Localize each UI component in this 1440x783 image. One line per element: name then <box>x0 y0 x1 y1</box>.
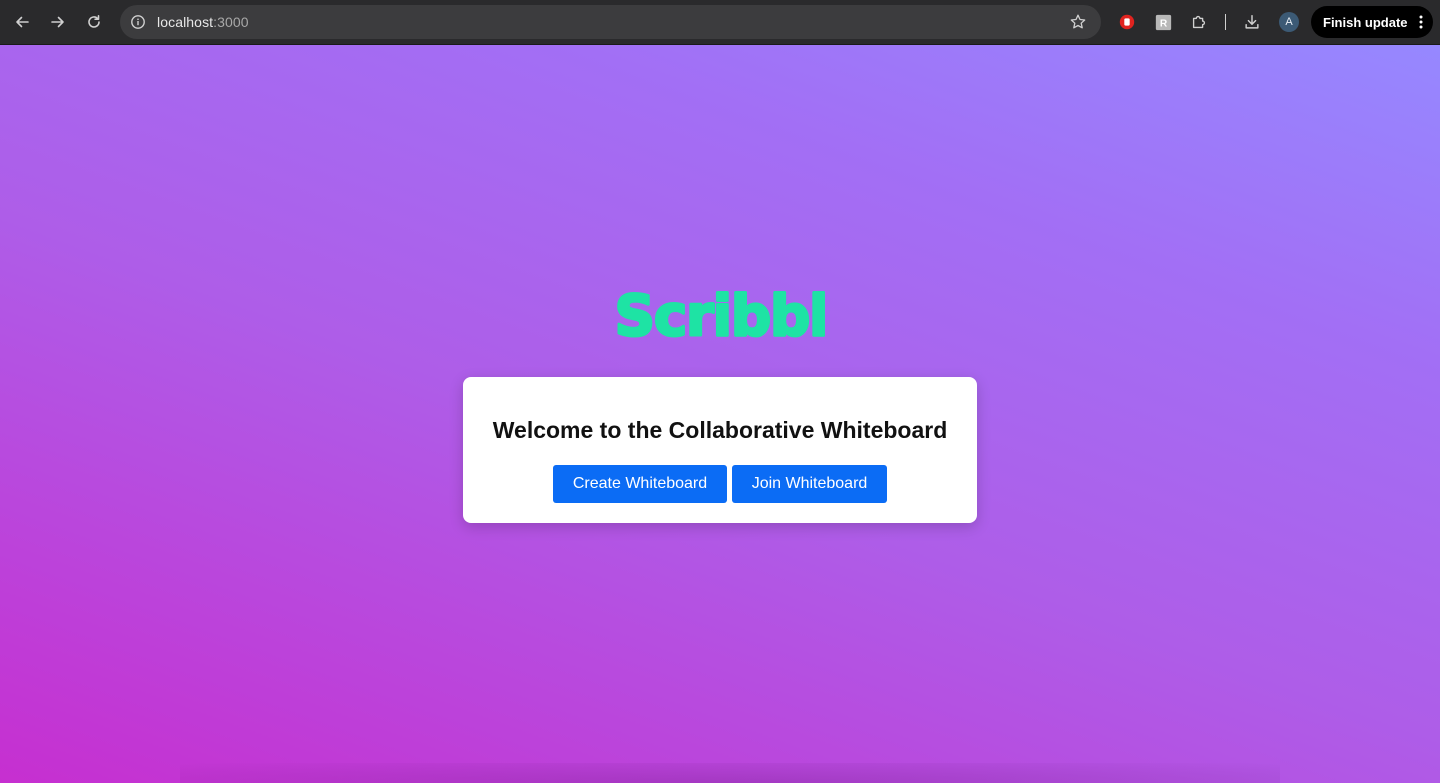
site-info-button[interactable] <box>128 12 148 32</box>
page-title: Welcome to the Collaborative Whiteboard <box>492 417 948 443</box>
page-viewport: Scribbl Welcome to the Collaborative Whi… <box>0 45 1440 783</box>
kebab-menu-icon <box>1419 15 1423 29</box>
svg-text:R: R <box>1159 18 1167 29</box>
downloads-button[interactable] <box>1242 12 1262 32</box>
bottom-shadow <box>180 763 1280 783</box>
url-host: localhost <box>157 14 214 30</box>
welcome-card: Welcome to the Collaborative Whiteboard … <box>463 377 977 523</box>
reload-icon <box>88 15 100 28</box>
scribbl-logo: Scribbl <box>617 285 825 345</box>
join-whiteboard-button[interactable]: Join Whiteboard <box>732 465 887 503</box>
r-badge-icon: R <box>1155 14 1171 30</box>
star-icon[interactable] <box>1069 13 1087 31</box>
extensions-button[interactable] <box>1189 12 1209 32</box>
forward-button[interactable] <box>46 10 70 34</box>
browser-toolbar: localhost:3000 R A Finish update <box>0 0 1440 45</box>
back-button[interactable] <box>10 10 34 34</box>
url-port: :3000 <box>213 14 249 30</box>
avatar-letter: A <box>1285 16 1293 28</box>
profile-avatar[interactable]: A <box>1279 12 1299 32</box>
reload-button[interactable] <box>82 10 106 34</box>
download-icon <box>1245 14 1259 29</box>
address-bar[interactable]: localhost:3000 <box>120 5 1101 39</box>
toolbar-divider <box>1225 14 1226 30</box>
stop-hand-icon <box>1119 14 1135 30</box>
url-text: localhost:3000 <box>157 14 249 30</box>
logo-text: Scribbl <box>617 285 825 345</box>
arrow-left-icon <box>16 16 29 28</box>
extension-stop-button[interactable] <box>1117 12 1137 32</box>
create-whiteboard-button[interactable]: Create Whiteboard <box>553 465 727 503</box>
info-icon <box>131 15 145 29</box>
arrow-right-icon <box>51 16 64 28</box>
puzzle-icon <box>1192 15 1206 29</box>
finish-update-label: Finish update <box>1323 14 1408 30</box>
finish-update-button[interactable]: Finish update <box>1311 6 1433 38</box>
extension-r-button[interactable]: R <box>1153 12 1173 32</box>
